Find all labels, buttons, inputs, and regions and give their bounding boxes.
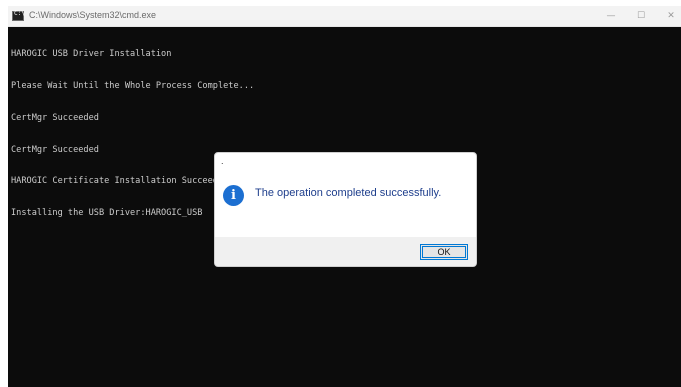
console-line: Please Wait Until the Whole Process Comp… xyxy=(11,80,255,91)
info-icon: i xyxy=(223,185,244,206)
title-bar[interactable]: C:\ C:\Windows\System32\cmd.exe — ☐ ✕ xyxy=(8,6,681,27)
dialog-button-bar: OK xyxy=(215,237,476,266)
maximize-button[interactable]: ☐ xyxy=(624,6,658,27)
cmd-app-icon: C:\ xyxy=(12,10,25,21)
console-line: HAROGIC USB Driver Installation xyxy=(11,49,172,60)
close-button[interactable]: ✕ xyxy=(654,6,681,27)
console-line: CertMgr Succeeded xyxy=(11,112,99,123)
window-title: C:\Windows\System32\cmd.exe xyxy=(29,10,157,20)
message-dialog: . i The operation completed successfully… xyxy=(214,152,477,267)
minimize-button[interactable]: — xyxy=(594,6,628,27)
ok-button[interactable]: OK xyxy=(420,244,468,260)
dialog-title: . xyxy=(221,156,224,166)
dialog-message: The operation completed successfully. xyxy=(255,187,442,199)
